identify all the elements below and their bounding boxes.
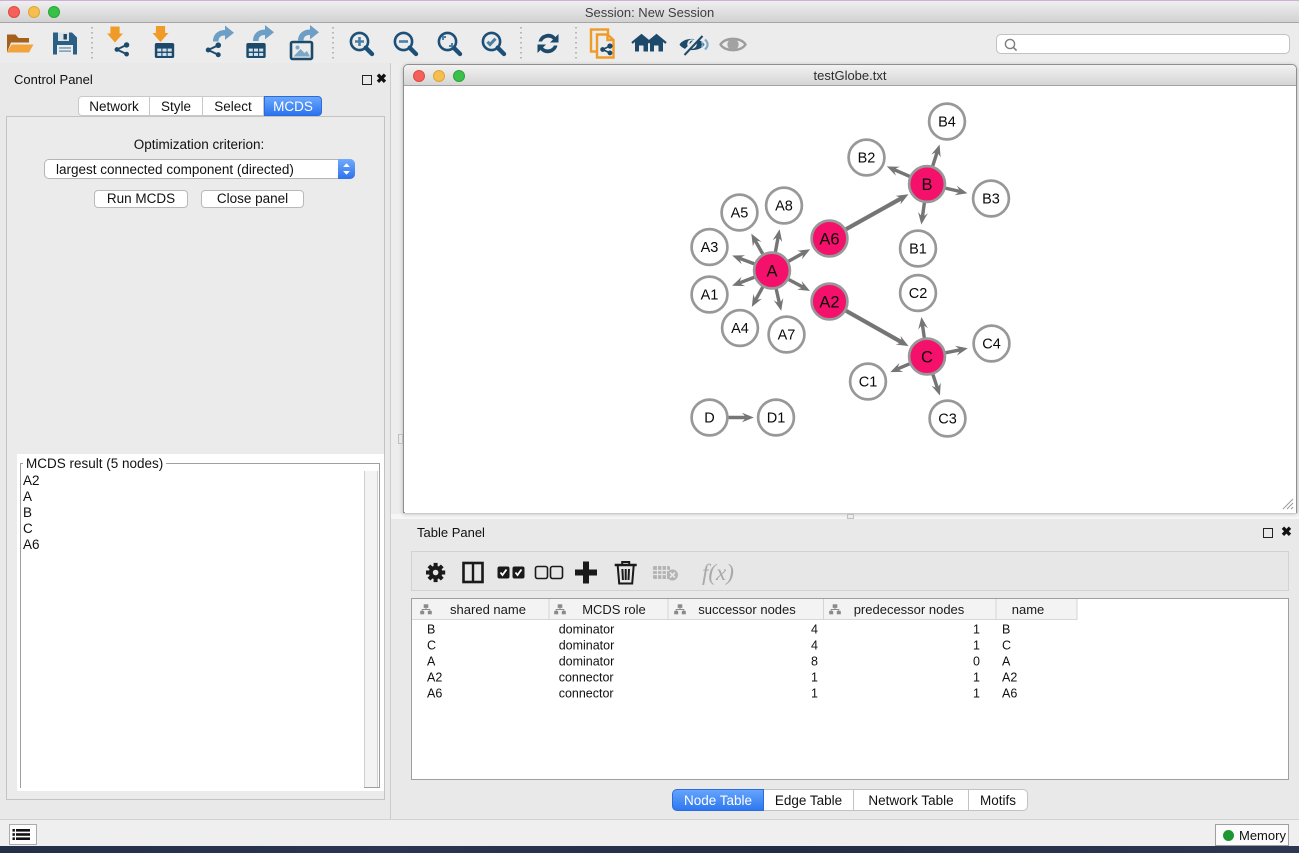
svg-text:A2: A2 [1002,671,1017,685]
svg-text:B2: B2 [858,151,876,167]
svg-text:A: A [1002,655,1011,669]
svg-text:1: 1 [973,671,980,685]
svg-text:4: 4 [811,639,818,653]
svg-text:1: 1 [973,623,980,637]
svg-text:C: C [1002,639,1011,653]
svg-text:B4: B4 [938,115,956,131]
svg-text:connector: connector [559,671,614,685]
svg-text:A7: A7 [778,328,796,344]
svg-text:A4: A4 [731,321,749,337]
svg-text:1: 1 [973,687,980,701]
svg-text:D: D [704,411,714,427]
svg-text:8: 8 [811,655,818,669]
svg-text:shared name: shared name [450,602,526,617]
svg-text:B: B [427,623,435,637]
svg-text:B: B [1002,623,1010,637]
svg-text:dominator: dominator [559,655,615,669]
svg-text:B: B [921,176,932,194]
svg-text:dominator: dominator [559,623,615,637]
svg-text:C: C [427,639,436,653]
svg-text:C1: C1 [859,375,878,391]
svg-text:D1: D1 [767,411,786,427]
svg-text:MCDS role: MCDS role [582,602,646,617]
svg-text:connector: connector [559,687,614,701]
svg-text:B3: B3 [982,192,1000,208]
svg-text:A8: A8 [775,199,793,215]
svg-text:A: A [427,655,436,669]
svg-text:C4: C4 [982,337,1001,353]
svg-text:B1: B1 [909,242,927,258]
svg-text:0: 0 [973,655,980,669]
svg-text:A2: A2 [427,671,442,685]
svg-text:1: 1 [811,671,818,685]
svg-text:A1: A1 [701,288,719,304]
svg-text:f(x): f(x) [702,560,734,585]
svg-text:successor nodes: successor nodes [698,602,796,617]
svg-text:A3: A3 [701,240,719,256]
svg-text:1: 1 [811,687,818,701]
svg-text:predecessor nodes: predecessor nodes [854,602,965,617]
svg-text:A6: A6 [819,230,839,248]
svg-text:A6: A6 [1002,687,1017,701]
svg-text:dominator: dominator [559,639,615,653]
svg-text:C: C [921,348,933,366]
svg-text:C2: C2 [909,286,928,302]
svg-text:A5: A5 [731,206,749,222]
svg-text:name: name [1012,602,1045,617]
svg-text:1: 1 [973,639,980,653]
svg-text:4: 4 [811,623,818,637]
svg-text:A: A [766,262,777,280]
svg-text:A2: A2 [819,293,839,311]
svg-text:C3: C3 [938,412,957,428]
svg-text:A6: A6 [427,687,442,701]
